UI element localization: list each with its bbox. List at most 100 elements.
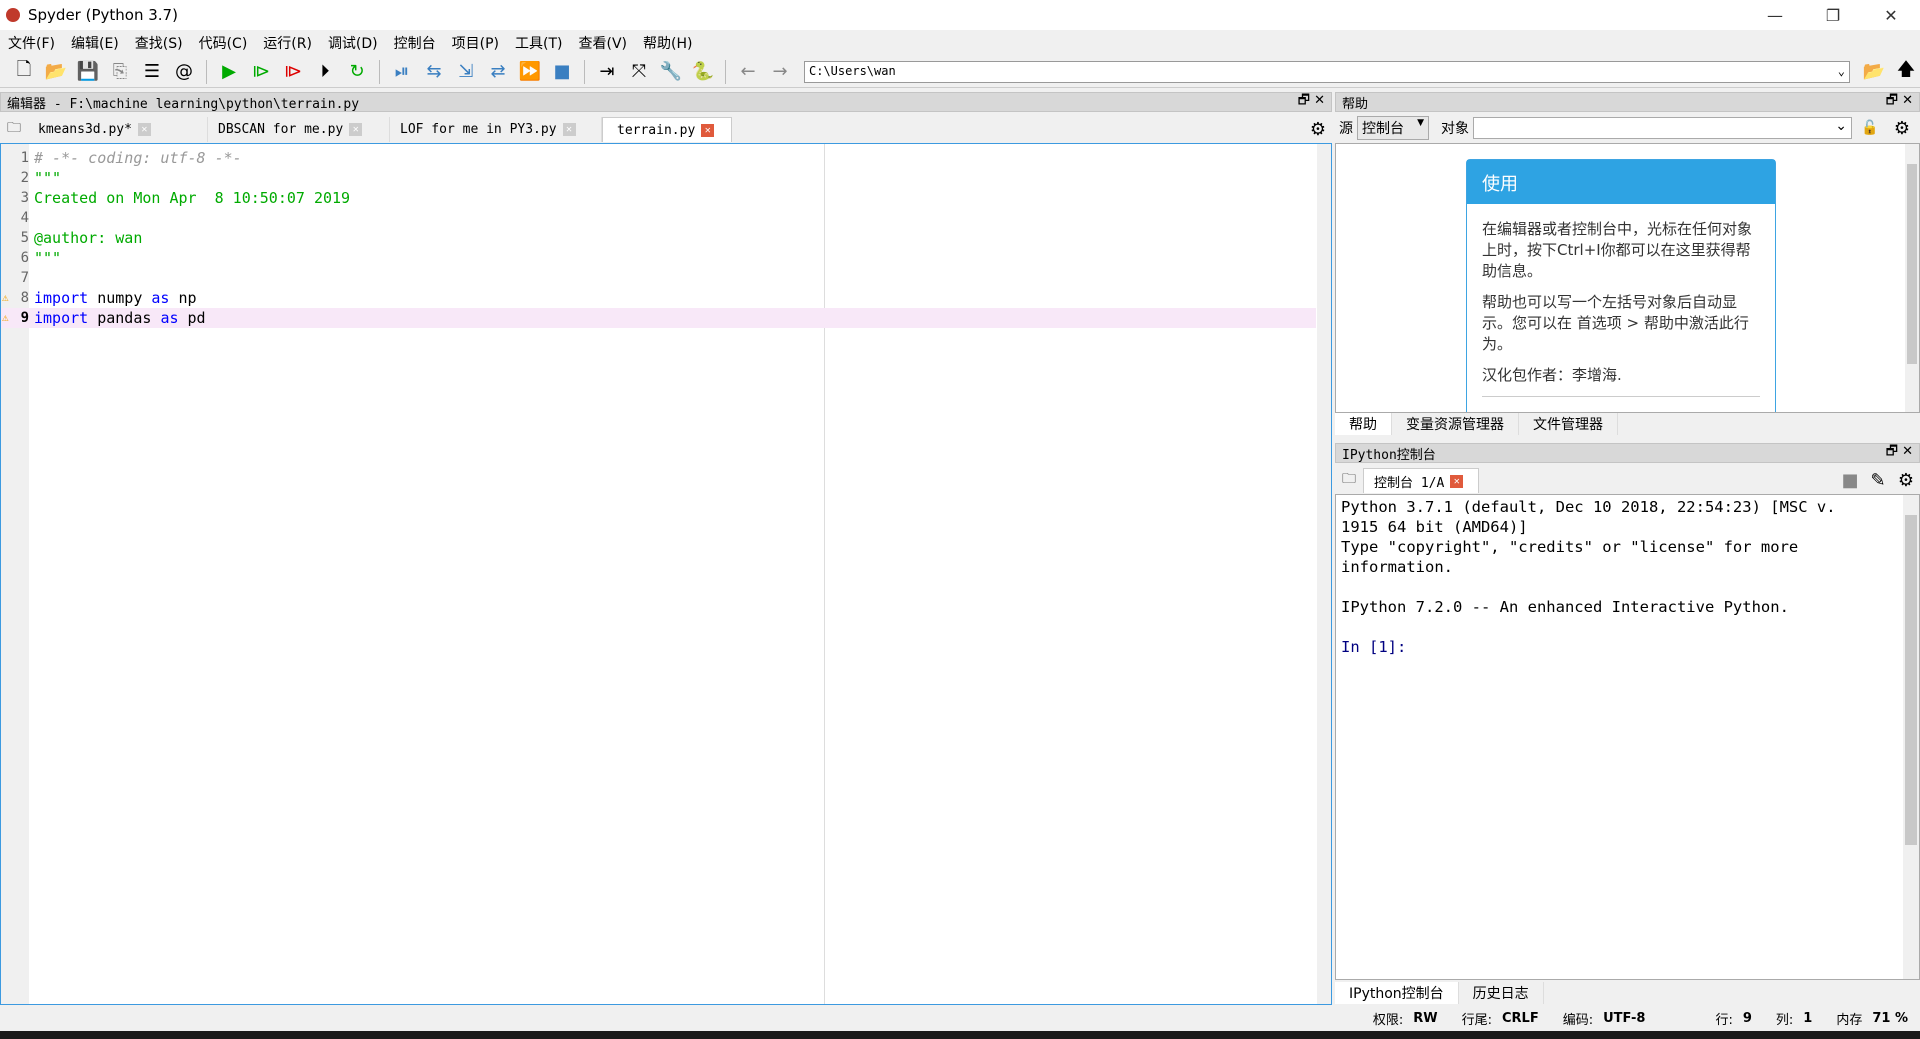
- column-label: 列:: [1775, 1012, 1794, 1028]
- stop-debug-icon[interactable]: ■: [548, 59, 576, 85]
- menu-edit[interactable]: 编辑(E): [63, 33, 127, 53]
- clear-console-eraser-icon[interactable]: ✎: [1864, 467, 1892, 493]
- run-cell-advance-icon[interactable]: ⧐: [279, 59, 307, 85]
- browse-folder-icon[interactable]: 📂: [1860, 59, 1888, 85]
- outline-icon[interactable]: ☰: [138, 59, 166, 85]
- permissions-label: 权限:: [1372, 1012, 1404, 1028]
- python-path-icon[interactable]: 🐍: [689, 59, 717, 85]
- back-arrow-icon[interactable]: ←: [734, 59, 762, 85]
- email-icon[interactable]: @: [170, 59, 198, 85]
- source-label: 源: [1339, 121, 1353, 137]
- title-bar: Spyder (Python 3.7) — ❐ ✕: [0, 0, 1920, 30]
- menu-help[interactable]: 帮助(H): [635, 33, 700, 53]
- tab-file-explorer[interactable]: 文件管理器: [1519, 413, 1618, 435]
- save-icon[interactable]: 💾: [74, 59, 102, 85]
- tab-dbscan[interactable]: DBSCAN for me.py ✕: [208, 117, 390, 142]
- close-pane-icon[interactable]: ✕: [1314, 93, 1325, 108]
- working-directory-value: C:\Users\wan: [809, 63, 896, 78]
- editor-scrollbar[interactable]: [1317, 144, 1331, 1004]
- menu-search[interactable]: 查找(S): [127, 33, 191, 53]
- object-input[interactable]: ⌄: [1473, 117, 1852, 139]
- close-pane-icon[interactable]: ✕: [1902, 444, 1913, 459]
- browse-tabs-icon[interactable]: 🗀: [1335, 467, 1363, 493]
- working-directory-input[interactable]: C:\Users\wan ⌄: [804, 60, 1850, 83]
- debug-icon[interactable]: ⏯: [388, 59, 416, 85]
- new-file-icon[interactable]: 🗋: [10, 59, 38, 85]
- menu-tools[interactable]: 工具(T): [507, 33, 570, 53]
- undock-icon[interactable]: 🗗: [1886, 444, 1898, 459]
- menu-projects[interactable]: 项目(P): [444, 33, 507, 53]
- ipython-console[interactable]: Python 3.7.1 (default, Dec 10 2018, 22:5…: [1335, 494, 1920, 980]
- menu-source[interactable]: 代码(C): [191, 33, 256, 53]
- save-all-icon[interactable]: ⎘: [106, 59, 134, 85]
- close-tab-icon[interactable]: ✕: [562, 123, 576, 136]
- forward-arrow-icon[interactable]: →: [766, 59, 794, 85]
- parent-directory-icon[interactable]: 🡅: [1892, 59, 1920, 85]
- code-line: 6 """: [20, 249, 62, 267]
- line-value: 9: [1742, 1010, 1752, 1026]
- code-line: 2 """: [20, 169, 62, 187]
- undock-icon[interactable]: 🗗: [1886, 93, 1898, 108]
- code-line: ⚠ 8 import numpy as np: [2, 288, 197, 308]
- menu-view[interactable]: 查看(V): [571, 33, 636, 53]
- step-into-icon[interactable]: ⇲: [452, 59, 480, 85]
- preferences-wrench-icon[interactable]: 🔧: [657, 59, 685, 85]
- browse-tabs-icon[interactable]: 🗀: [0, 116, 28, 142]
- undock-icon[interactable]: 🗗: [1298, 93, 1310, 108]
- close-tab-icon[interactable]: ✕: [1450, 474, 1464, 488]
- permissions-value: RW: [1413, 1010, 1438, 1026]
- menu-run[interactable]: 运行(R): [255, 33, 320, 53]
- tab-kmeans3d[interactable]: kmeans3d.py* ✕: [28, 117, 208, 142]
- lock-icon[interactable]: 🔓: [1856, 115, 1884, 141]
- tab-variable-explorer[interactable]: 变量资源管理器: [1392, 413, 1519, 435]
- tab-terrain[interactable]: terrain.py ✕: [602, 117, 732, 142]
- run-selection-icon[interactable]: ⏵: [311, 59, 339, 85]
- source-value: 控制台: [1362, 121, 1404, 137]
- spyder-logo-icon: [6, 8, 20, 22]
- continue-icon[interactable]: ⏩: [516, 59, 544, 85]
- object-label: 对象: [1441, 121, 1469, 137]
- tab-lof[interactable]: LOF for me in PY3.py ✕: [390, 117, 602, 142]
- tab-label: kmeans3d.py*: [38, 122, 132, 137]
- menu-consoles[interactable]: 控制台: [386, 33, 444, 53]
- step-icon[interactable]: ⇆: [420, 59, 448, 85]
- tab-console-1[interactable]: 控制台 1/A ✕: [1363, 468, 1479, 493]
- editor-options-gear-icon[interactable]: ⚙: [1304, 116, 1332, 142]
- stop-kernel-icon[interactable]: ■: [1836, 467, 1864, 493]
- open-file-icon[interactable]: 📂: [42, 59, 70, 85]
- console-scrollbar[interactable]: [1903, 495, 1919, 979]
- close-button[interactable]: ✕: [1862, 0, 1920, 30]
- help-options-gear-icon[interactable]: ⚙: [1888, 115, 1916, 141]
- tab-history-log[interactable]: 历史日志: [1459, 982, 1544, 1004]
- maximize-pane-icon[interactable]: ⇥: [593, 59, 621, 85]
- eol-label: 行尾:: [1461, 1012, 1492, 1028]
- warning-icon[interactable]: ⚠: [2, 288, 9, 308]
- close-tab-icon[interactable]: ✕: [137, 123, 151, 136]
- rerun-icon[interactable]: ↻: [343, 59, 371, 85]
- close-pane-icon[interactable]: ✕: [1902, 93, 1913, 108]
- run-cell-icon[interactable]: ⧐: [247, 59, 275, 85]
- chevron-down-icon: ⌄: [1835, 118, 1847, 134]
- warning-icon[interactable]: ⚠: [2, 308, 9, 328]
- source-select[interactable]: 控制台 ▼: [1357, 116, 1429, 140]
- close-tab-icon[interactable]: ✕: [349, 123, 363, 136]
- code-editor[interactable]: 1 # -*- coding: utf-8 -*- 2 """ 3 Created o…: [0, 143, 1332, 1005]
- help-toolbar: 源 控制台 ▼ 对象 ⌄ 🔓 ⚙: [1335, 115, 1920, 141]
- run-icon[interactable]: ▶: [215, 59, 243, 85]
- help-scrollbar[interactable]: [1905, 144, 1919, 412]
- menu-debug[interactable]: 调试(D): [320, 33, 386, 53]
- step-return-icon[interactable]: ⇄: [484, 59, 512, 85]
- editor-pane-header: 编辑器 - F:\machine learning\python\terrain…: [0, 92, 1332, 112]
- tab-help[interactable]: 帮助: [1335, 413, 1392, 435]
- fullscreen-icon[interactable]: ⤧: [625, 59, 653, 85]
- chevron-down-icon[interactable]: ⌄: [1838, 64, 1845, 80]
- tab-label: DBSCAN for me.py: [218, 122, 344, 137]
- console-options-gear-icon[interactable]: ⚙: [1892, 467, 1920, 493]
- maximize-button[interactable]: ❐: [1804, 0, 1862, 30]
- tab-ipython-console[interactable]: IPython控制台: [1335, 982, 1459, 1004]
- minimize-button[interactable]: —: [1746, 0, 1804, 30]
- console-tabs: 🗀 控制台 1/A ✕ ■ ✎ ⚙: [1335, 467, 1920, 493]
- close-tab-icon[interactable]: ✕: [701, 123, 715, 137]
- help-paragraph: 在编辑器或者控制台中，光标在任何对象上时，按下Ctrl+I你都可以在这里获得帮助…: [1482, 220, 1753, 280]
- menu-file[interactable]: 文件(F): [0, 33, 63, 53]
